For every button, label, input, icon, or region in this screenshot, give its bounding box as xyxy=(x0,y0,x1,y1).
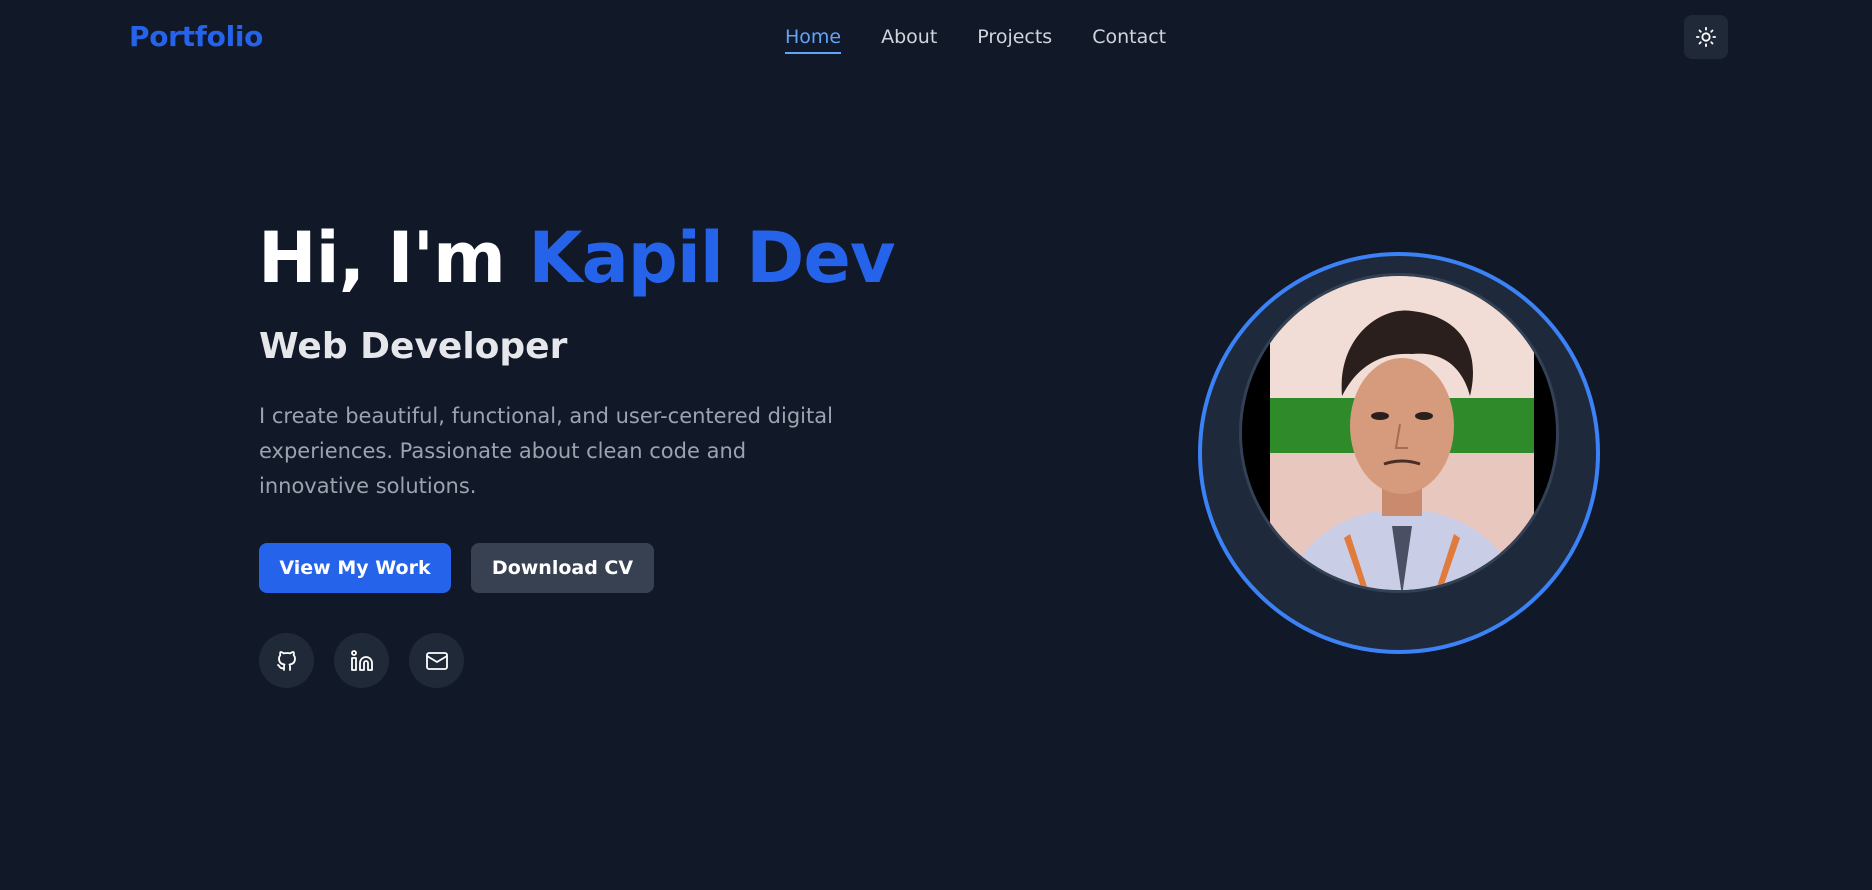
mail-icon xyxy=(425,651,448,670)
email-link[interactable] xyxy=(409,633,464,688)
hero-greeting: Hi, I'm xyxy=(258,217,529,299)
github-link[interactable] xyxy=(259,633,314,688)
view-my-work-button[interactable]: View My Work xyxy=(259,543,451,593)
hero-description: I create beautiful, functional, and user… xyxy=(259,404,833,498)
logo[interactable]: Portfolio xyxy=(129,20,263,53)
sun-icon xyxy=(1695,26,1717,48)
nav-contact[interactable]: Contact xyxy=(1092,25,1166,54)
theme-toggle-button[interactable] xyxy=(1684,15,1728,59)
hero-name: Kapil Dev xyxy=(528,217,895,299)
nav-projects[interactable]: Projects xyxy=(977,25,1052,54)
download-cv-button[interactable]: Download CV xyxy=(471,543,654,593)
social-links xyxy=(259,633,464,688)
nav-about[interactable]: About xyxy=(881,25,937,54)
site-header: Portfolio Home About Projects Contact xyxy=(0,0,1872,76)
linkedin-link[interactable] xyxy=(334,633,389,688)
profile-photo xyxy=(1242,276,1556,590)
hero-title: Hi, I'm Kapil Dev xyxy=(258,216,895,300)
linkedin-icon xyxy=(350,649,373,671)
main-nav: Home About Projects Contact xyxy=(785,25,1166,54)
portfolio-page: Portfolio Home About Projects Contact Hi… xyxy=(0,0,1872,890)
nav-home[interactable]: Home xyxy=(785,25,842,54)
hero-role: Web Developer xyxy=(259,326,568,367)
github-icon xyxy=(276,650,296,671)
avatar xyxy=(1239,273,1559,593)
